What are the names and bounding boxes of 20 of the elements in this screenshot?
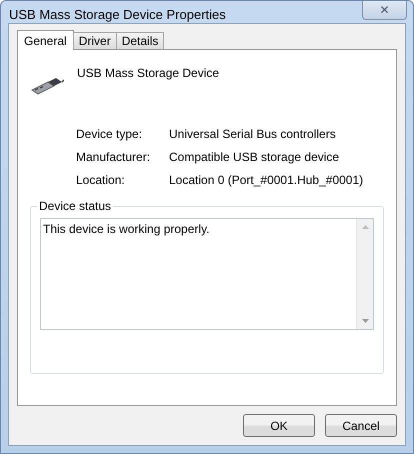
scrollbar[interactable] — [356, 219, 373, 329]
property-value: Location 0 (Port_#0001.Hub_#0001) — [169, 173, 364, 187]
scroll-up-icon[interactable] — [362, 225, 368, 229]
status-text: This device is working properly. — [42, 221, 211, 238]
window-title: USB Mass Storage Device Properties — [9, 7, 226, 22]
property-value: Universal Serial Bus controllers — [169, 127, 337, 141]
tab[interactable]: Driver — [72, 32, 117, 49]
scroll-down-icon[interactable] — [362, 319, 368, 323]
property-label: Device type: — [76, 127, 144, 141]
dialog-button[interactable]: Cancel — [325, 414, 397, 437]
property-label: Manufacturer: — [76, 150, 152, 164]
status-text-box[interactable]: This device is working properly. — [40, 218, 374, 330]
close-button[interactable]: ✕ — [362, 1, 407, 20]
tab[interactable]: General — [17, 30, 74, 50]
tab[interactable]: Details — [116, 32, 164, 49]
device-name: USB Mass Storage Device — [77, 66, 220, 80]
group-title: Device status — [37, 199, 114, 213]
property-value: Compatible USB storage device — [169, 150, 340, 164]
property-label: Location: — [76, 173, 126, 187]
dialog-button[interactable]: OK — [243, 414, 315, 437]
